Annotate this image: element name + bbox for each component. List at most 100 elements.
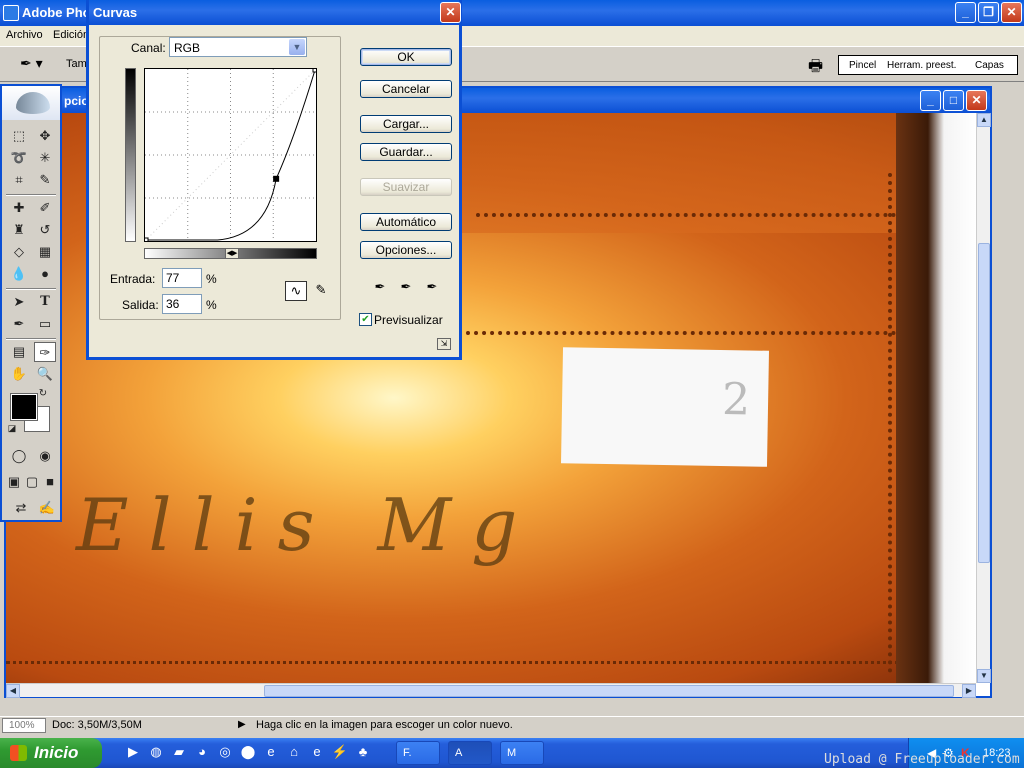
- zoom-field[interactable]: 100%: [2, 718, 46, 733]
- blur-icon[interactable]: 💧: [8, 264, 30, 284]
- task-photoshop[interactable]: A: [448, 741, 492, 765]
- task-messenger[interactable]: M: [500, 741, 544, 765]
- media-player-icon[interactable]: ▶: [124, 744, 142, 762]
- eyedropper-icon[interactable]: ✑: [34, 342, 56, 362]
- hand-icon[interactable]: ✋: [8, 364, 30, 384]
- start-button[interactable]: Inicio: [0, 738, 102, 768]
- notes-icon[interactable]: ▤: [8, 342, 30, 362]
- menu-edicion[interactable]: Edición: [53, 29, 89, 41]
- entrada-percent: %: [206, 272, 217, 286]
- curves-close-button[interactable]: ✕: [440, 2, 461, 23]
- scroll-down-icon[interactable]: ▼: [977, 669, 991, 683]
- eyedropper-preset-icon[interactable]: ✒ ▾: [20, 55, 56, 75]
- adobe-feather-icon[interactable]: [16, 92, 50, 114]
- automatico-button[interactable]: Automático: [360, 213, 452, 231]
- path-select-icon[interactable]: ➤: [8, 292, 30, 312]
- doc-close-button[interactable]: ✕: [966, 90, 987, 111]
- folder-icon[interactable]: ▰: [170, 744, 188, 762]
- marquee-icon[interactable]: ⬚: [8, 126, 30, 146]
- gradient-icon[interactable]: ▦: [34, 242, 56, 262]
- network-icon[interactable]: ⌂: [285, 744, 303, 762]
- cancelar-button[interactable]: Cancelar: [360, 80, 452, 98]
- quick-mask-icon[interactable]: ◉: [34, 446, 56, 466]
- black-point-eyedropper-icon[interactable]: ✒: [371, 279, 389, 297]
- doc-size[interactable]: Doc: 3,50M/3,50M: [52, 719, 142, 731]
- scroll-up-icon[interactable]: ▲: [977, 113, 991, 127]
- slice-icon[interactable]: ✎: [34, 170, 56, 190]
- stamp-icon[interactable]: ♜: [8, 220, 30, 240]
- pencil-tool-icon[interactable]: ✎: [310, 281, 332, 301]
- shape-icon[interactable]: ▭: [34, 314, 56, 334]
- ie-icon[interactable]: e: [262, 744, 280, 762]
- firefox-icon[interactable]: ◕: [193, 744, 211, 762]
- curves-dialog-titlebar: Curvas ✕: [89, 0, 461, 25]
- doc-minimize-button[interactable]: _: [920, 90, 941, 111]
- pen-icon[interactable]: ✒: [8, 314, 30, 334]
- screen-mode-standard-icon[interactable]: ▣: [6, 472, 22, 492]
- dodge-icon[interactable]: ●: [34, 264, 56, 284]
- crop-icon[interactable]: ⌗: [8, 170, 30, 190]
- ok-button[interactable]: OK: [360, 48, 452, 66]
- curve-control-point[interactable]: [273, 175, 280, 182]
- ie-icon[interactable]: e: [308, 744, 326, 762]
- msn-icon[interactable]: ♣: [354, 744, 372, 762]
- file-browser-icon[interactable]: 🖶: [808, 55, 823, 82]
- history-brush-icon[interactable]: ↺: [34, 220, 56, 240]
- menu-archivo[interactable]: Archivo: [6, 29, 43, 41]
- windows-flag-icon: [10, 745, 27, 761]
- guardar-button[interactable]: Guardar...: [360, 143, 452, 161]
- status-arrow-icon[interactable]: ▶: [238, 719, 246, 730]
- app-icon[interactable]: ⬤: [239, 744, 257, 762]
- opera-icon[interactable]: ◎: [216, 744, 234, 762]
- messenger-icon[interactable]: ◍: [147, 744, 165, 762]
- magic-wand-icon[interactable]: ✳: [34, 148, 56, 168]
- edit-in-imageready-icon[interactable]: ✍: [36, 498, 58, 518]
- eraser-icon[interactable]: ◇: [8, 242, 30, 262]
- opciones-button[interactable]: Opciones...: [360, 241, 452, 259]
- type-icon[interactable]: T: [34, 292, 56, 312]
- chevron-down-icon[interactable]: ▼: [289, 39, 305, 55]
- jump-to-imageready-icon[interactable]: ⇄: [8, 498, 34, 518]
- cargar-button[interactable]: Cargar...: [360, 115, 452, 133]
- task-firefox[interactable]: F.: [396, 741, 440, 765]
- lasso-icon[interactable]: ➰: [8, 148, 30, 168]
- white-point-eyedropper-icon[interactable]: ✒: [423, 279, 441, 297]
- curve-graph[interactable]: [143, 67, 318, 243]
- vertical-scrollbar[interactable]: ▲ ▼: [976, 113, 991, 683]
- close-button[interactable]: ✕: [1001, 2, 1022, 23]
- minimize-button[interactable]: _: [955, 2, 976, 23]
- healing-icon[interactable]: ✚: [8, 198, 30, 218]
- tool-separator: [6, 194, 56, 196]
- salida-input[interactable]: 36: [162, 294, 202, 314]
- doc-maximize-button[interactable]: □: [943, 90, 964, 111]
- curve-control-point[interactable]: [143, 237, 149, 243]
- gray-point-eyedropper-icon[interactable]: ✒: [397, 279, 415, 297]
- screen-mode-full-menu-icon[interactable]: ▢: [24, 472, 40, 492]
- horizontal-scrollbar[interactable]: ◀ ▶: [6, 683, 976, 698]
- tab-herram-preest[interactable]: Herram. preest.: [887, 60, 956, 71]
- vertical-scroll-thumb[interactable]: [978, 243, 990, 563]
- canal-select[interactable]: RGB ▼: [169, 37, 307, 57]
- entrada-input[interactable]: 77: [162, 268, 202, 288]
- gradient-toggle-icon[interactable]: ◀▶: [225, 248, 239, 259]
- restore-button[interactable]: ❐: [978, 2, 999, 23]
- expand-dialog-icon[interactable]: ⇲: [437, 338, 451, 350]
- scroll-left-icon[interactable]: ◀: [6, 684, 20, 698]
- tab-capas[interactable]: Capas: [975, 60, 1004, 71]
- foreground-color-swatch[interactable]: [10, 393, 38, 421]
- curve-points-tool-icon[interactable]: ∿: [285, 281, 307, 301]
- winamp-icon[interactable]: ⚡: [331, 744, 349, 762]
- curve-control-point[interactable]: [312, 67, 318, 73]
- standard-mode-icon[interactable]: ◯: [8, 446, 30, 466]
- move-icon[interactable]: ✥: [34, 126, 56, 146]
- previsualizar-checkbox[interactable]: ✔: [359, 313, 372, 326]
- curve-svg[interactable]: [143, 67, 318, 243]
- swap-colors-icon[interactable]: ↻: [36, 388, 50, 400]
- horizontal-scroll-thumb[interactable]: [264, 685, 954, 697]
- brush-icon[interactable]: ✐: [34, 198, 56, 218]
- default-colors-icon[interactable]: ◪: [6, 422, 18, 434]
- screen-mode-full-icon[interactable]: ■: [42, 472, 58, 492]
- tab-pincel[interactable]: Pincel: [849, 60, 876, 71]
- scroll-right-icon[interactable]: ▶: [962, 684, 976, 698]
- zoom-icon[interactable]: 🔍: [34, 364, 56, 384]
